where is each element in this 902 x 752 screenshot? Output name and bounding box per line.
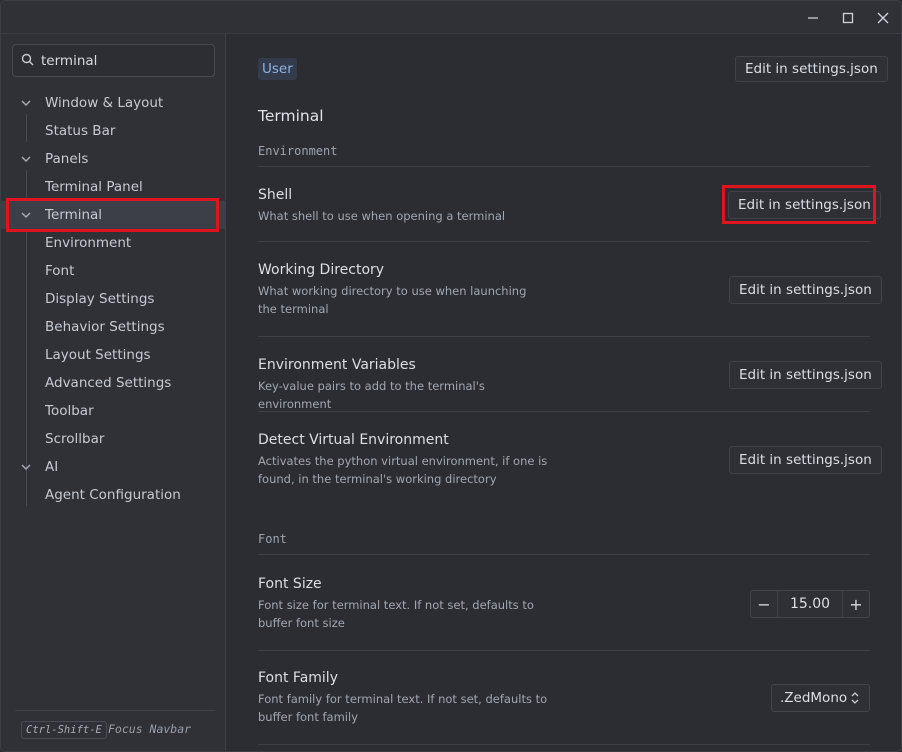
nav-item-label: Behavior Settings xyxy=(45,319,165,335)
section-title: Terminal xyxy=(258,107,324,125)
nav-item-label: Font xyxy=(45,263,75,279)
nav-item-behavior-settings[interactable]: Behavior Settings xyxy=(1,313,226,341)
nav-item-panels[interactable]: Panels xyxy=(1,145,226,173)
search-input[interactable]: terminal xyxy=(12,44,215,77)
terminal-highlight-box xyxy=(6,198,219,232)
settings-window: terminal Window & Layout Status Bar Pane… xyxy=(0,0,902,752)
decrement-button[interactable]: − xyxy=(751,591,777,617)
chevron-down-icon xyxy=(20,153,32,165)
nav-item-environment[interactable]: Environment xyxy=(1,229,226,257)
maximize-icon[interactable] xyxy=(830,1,866,34)
font-family-value: .ZedMono xyxy=(780,690,848,706)
chevron-down-icon xyxy=(20,461,32,473)
nav-item-label: Agent Configuration xyxy=(45,487,181,503)
setting-desc-font-size: Font size for terminal text. If not set,… xyxy=(258,598,534,630)
setting-title-font-family: Font Family xyxy=(258,670,338,686)
minimize-icon[interactable] xyxy=(795,1,831,34)
nav-item-layout-settings[interactable]: Layout Settings xyxy=(1,341,226,369)
group-label-environment: Environment xyxy=(258,144,338,158)
font-family-select[interactable]: .ZedMono xyxy=(771,684,870,712)
setting-title-working-directory: Working Directory xyxy=(258,262,385,278)
nav-item-label: Display Settings xyxy=(45,291,155,307)
nav-item-scrollbar[interactable]: Scrollbar xyxy=(1,425,226,453)
nav-item-label: Environment xyxy=(45,235,132,251)
chevron-up-down-icon xyxy=(850,691,860,709)
group-label-font: Font xyxy=(258,532,287,546)
focus-navbar-label: Focus Navbar xyxy=(108,722,192,736)
nav-item-label: AI xyxy=(45,459,59,475)
keyboard-shortcut: Ctrl-Shift-E xyxy=(21,721,107,739)
divider xyxy=(258,411,870,412)
search-value: terminal xyxy=(41,52,98,69)
divider xyxy=(258,650,870,651)
divider xyxy=(258,166,870,167)
working-directory-edit-settings-button[interactable]: Edit in settings.json xyxy=(729,276,882,304)
nav-item-status-bar[interactable]: Status Bar xyxy=(1,117,226,145)
nav-item-label: Layout Settings xyxy=(45,347,151,363)
nav-item-label: Panels xyxy=(45,151,89,167)
nav-item-label: Toolbar xyxy=(45,403,94,419)
setting-title-detect-virtual-environment: Detect Virtual Environment xyxy=(258,432,449,448)
scope-tag-user[interactable]: User xyxy=(258,58,297,80)
nav-item-ai[interactable]: AI xyxy=(1,453,226,481)
nav-item-label: Window & Layout xyxy=(45,95,164,111)
nav-item-window-layout[interactable]: Window & Layout xyxy=(1,89,226,117)
setting-desc-detect-virtual-environment: Activates the python virtual environment… xyxy=(258,454,548,486)
header-edit-settings-button[interactable]: Edit in settings.json xyxy=(735,56,888,82)
shell-button-highlight-box xyxy=(722,185,876,224)
divider xyxy=(258,554,870,555)
nav-item-font[interactable]: Font xyxy=(1,257,226,285)
title-bar xyxy=(1,1,901,34)
close-icon[interactable] xyxy=(865,1,901,34)
font-size-value[interactable]: 15.00 xyxy=(777,591,843,617)
setting-title-environment-variables: Environment Variables xyxy=(258,357,416,373)
nav-item-label: Scrollbar xyxy=(45,431,105,447)
divider xyxy=(258,336,870,337)
divider xyxy=(258,744,870,745)
nav-item-label: Status Bar xyxy=(45,123,116,139)
increment-button[interactable]: + xyxy=(843,591,869,617)
setting-desc-font-family: Font family for terminal text. If not se… xyxy=(258,692,548,724)
settings-content: User Edit in settings.json Terminal Envi… xyxy=(227,34,901,751)
setting-title-shell: Shell xyxy=(258,187,293,203)
environment-variables-edit-settings-button[interactable]: Edit in settings.json xyxy=(729,361,882,389)
nav-item-agent-configuration[interactable]: Agent Configuration xyxy=(1,481,226,509)
setting-desc-working-directory: What working directory to use when launc… xyxy=(258,284,527,316)
nav-item-label: Advanced Settings xyxy=(45,375,172,391)
nav-item-advanced-settings[interactable]: Advanced Settings xyxy=(1,369,226,397)
setting-desc-shell: What shell to use when opening a termina… xyxy=(258,209,506,223)
detect-virtual-environment-edit-settings-button[interactable]: Edit in settings.json xyxy=(729,446,882,474)
setting-title-font-size: Font Size xyxy=(258,576,322,592)
nav-item-terminal-panel[interactable]: Terminal Panel xyxy=(1,173,226,201)
nav-item-label: Terminal Panel xyxy=(45,179,143,195)
font-size-stepper: − 15.00 + xyxy=(750,590,870,618)
settings-sidebar: terminal Window & Layout Status Bar Pane… xyxy=(1,34,226,751)
divider xyxy=(258,241,870,242)
chevron-down-icon xyxy=(20,97,32,109)
sidebar-footer-divider xyxy=(15,710,215,711)
search-icon xyxy=(21,51,34,70)
setting-desc-environment-variables: Key-value pairs to add to the terminal's… xyxy=(258,379,485,411)
nav-item-display-settings[interactable]: Display Settings xyxy=(1,285,226,313)
nav-item-toolbar[interactable]: Toolbar xyxy=(1,397,226,425)
